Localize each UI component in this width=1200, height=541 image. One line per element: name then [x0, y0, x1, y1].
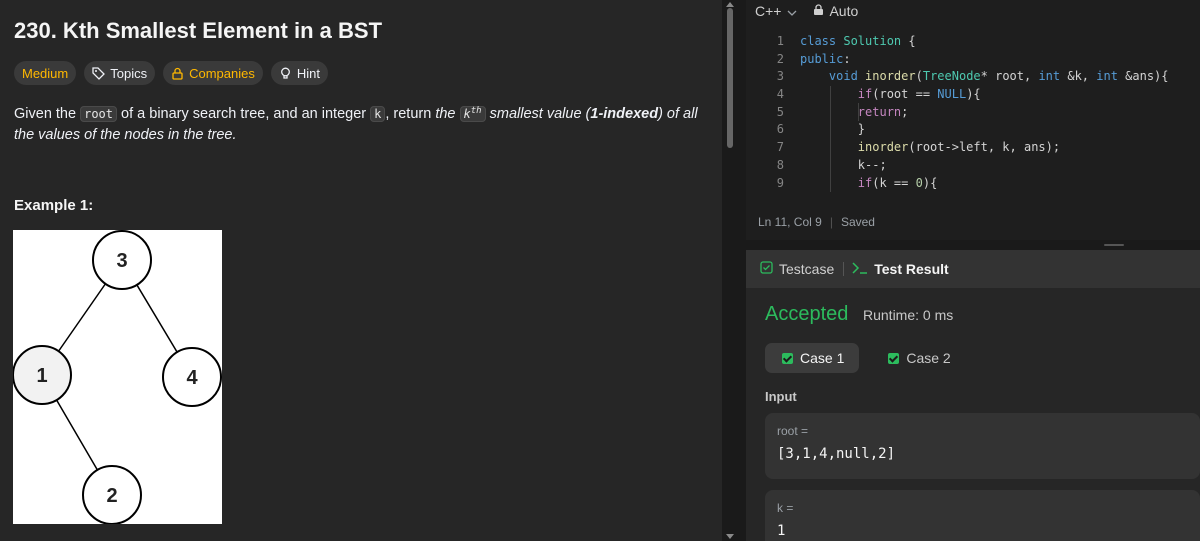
topics-button[interactable]: Topics [84, 61, 156, 85]
code-line: 6 } [776, 122, 866, 137]
example-tree-image: 3 1 4 2 [12, 230, 222, 525]
hint-label: Hint [296, 65, 320, 81]
tab-test-result-label: Test Result [874, 261, 949, 277]
mode-label: Auto [829, 3, 859, 19]
companies-button[interactable]: Companies [163, 61, 263, 85]
problem-tags: Medium Topics Companies Hint [14, 61, 328, 85]
test-panel: Testcase Test Result Accepted Runtime: 0… [746, 250, 1200, 541]
editor-toolbar: C++ Auto [746, 0, 1200, 22]
runtime: Runtime: 0 ms [863, 307, 954, 323]
tag-icon [92, 66, 106, 80]
code-line: 3 void inorder(TreeNode * root, int &k, i… [776, 69, 1169, 84]
tree-label-4: 4 [186, 367, 198, 389]
language-selector[interactable]: C++ [755, 3, 797, 19]
problem-title: 230. Kth Smallest Element in a BST [14, 18, 383, 43]
var-root-value: [3,1,4,null,2] [777, 446, 896, 462]
verdict: Accepted [765, 303, 849, 325]
description-scrollbar[interactable] [727, 8, 733, 148]
scroll-up-arrow-icon[interactable] [726, 2, 734, 7]
lock-icon [171, 67, 184, 80]
description-panel: 230. Kth Smallest Element in a BST Mediu… [0, 0, 722, 541]
auto-mode[interactable]: Auto [813, 3, 858, 19]
check-icon [782, 352, 793, 364]
input-k-box: k = 1 [765, 490, 1200, 541]
code-line: 9 if (k == 0){ [776, 175, 938, 190]
scroll-down-arrow-icon[interactable] [726, 534, 734, 539]
difficulty-label: Medium [22, 65, 69, 81]
input-label: Input [765, 389, 797, 404]
chevron-down-icon [787, 3, 797, 19]
cursor-position: Ln 11, Col 9 [758, 215, 822, 229]
var-root-name: root = [777, 424, 809, 438]
panel-divider[interactable] [722, 0, 744, 541]
lightbulb-icon [279, 67, 292, 80]
tab-testcase[interactable]: Testcase [760, 261, 834, 277]
hint-button[interactable]: Hint [270, 61, 328, 85]
difficulty-badge: Medium [14, 61, 77, 85]
code-editor: C++ Auto 1 class Solution { 2 public: 3 vo… [746, 0, 1200, 240]
topics-label: Topics [110, 65, 148, 81]
resize-handle[interactable] [1104, 244, 1124, 246]
case-tabs: Case 1 Case 2 [765, 343, 966, 373]
tab-divider [843, 262, 845, 276]
tree-label-1: 1 [36, 365, 47, 387]
code-line: 4 if (root == NULL){ [776, 87, 981, 102]
tab-test-result[interactable]: Test Result [852, 261, 949, 277]
var-k-value: 1 [777, 523, 786, 539]
editor-status-bar: Ln 11, Col 9 | Saved [758, 215, 875, 229]
case-1-tab[interactable]: Case 1 [765, 343, 860, 373]
lock-icon [813, 3, 824, 19]
code-line: 8 k--; [776, 157, 887, 172]
code-kth: kth [459, 106, 486, 122]
tree-label-2: 2 [106, 485, 117, 507]
checkbox-icon [760, 261, 773, 277]
save-status: Saved [840, 215, 875, 229]
code-area[interactable]: 1 class Solution { 2 public: 3 void inorde… [746, 33, 1200, 192]
problem-description: Given the root of a binary search tree, … [14, 106, 698, 143]
indent-guide [830, 86, 831, 192]
var-k-name: k = [777, 501, 794, 515]
companies-label: Companies [189, 65, 255, 81]
tab-testcase-label: Testcase [779, 261, 835, 277]
case-1-label: Case 1 [800, 350, 845, 366]
code-line: 2 public: [776, 51, 851, 66]
code-root: root [80, 106, 118, 122]
tree-label-3: 3 [116, 250, 127, 272]
case-2-tab[interactable]: Case 2 [871, 343, 965, 373]
indent-guide [858, 103, 859, 121]
language-label: C++ [755, 3, 782, 19]
input-root-box: root = [3,1,4,null,2] [765, 413, 1200, 479]
example-title: Example 1: [14, 197, 94, 214]
code-line: 1 class Solution { [776, 34, 916, 48]
check-icon [888, 352, 900, 364]
code-k: k [370, 106, 386, 122]
code-line: 7 inorder (root->left, k, ans); [776, 140, 1061, 155]
code-line: 5 return; [776, 104, 909, 119]
terminal-icon [852, 261, 868, 277]
case-2-label: Case 2 [906, 350, 951, 366]
test-tabs: Testcase Test Result [746, 250, 1200, 288]
